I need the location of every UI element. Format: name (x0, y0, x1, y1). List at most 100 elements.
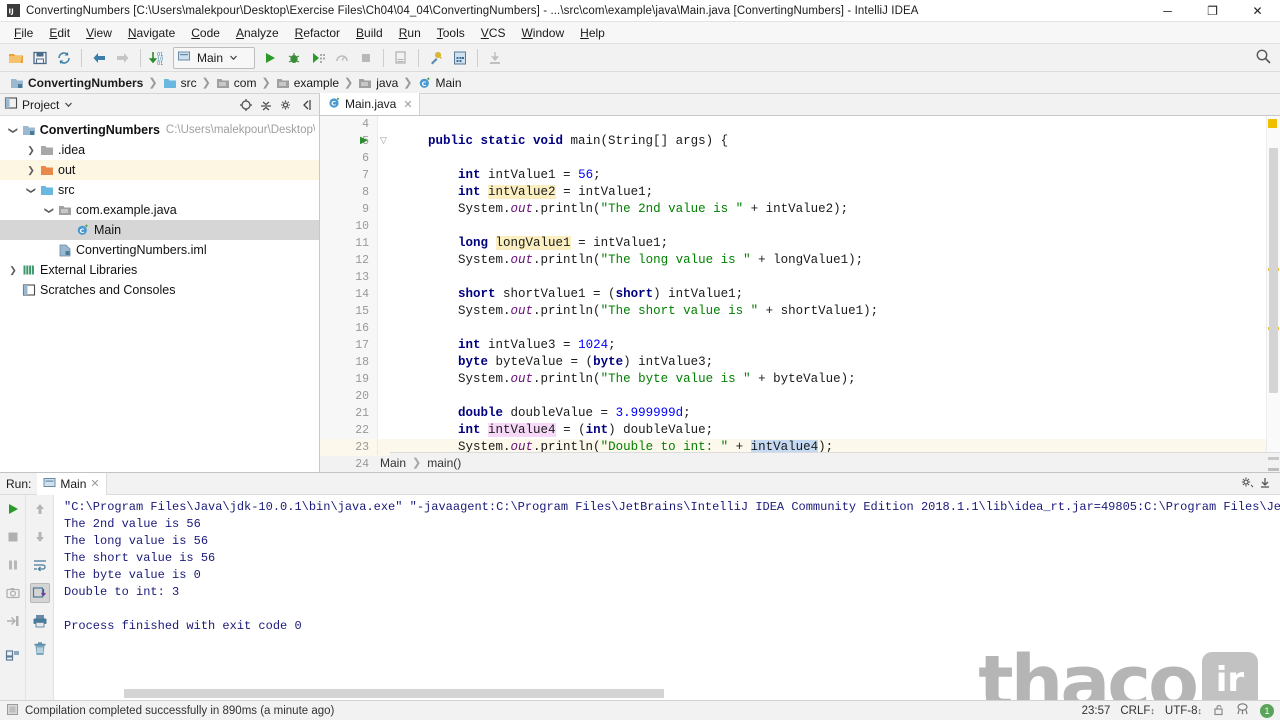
layout-icon[interactable] (3, 645, 23, 665)
hide-panel-icon[interactable] (297, 96, 315, 114)
code-line[interactable]: double doubleValue = 3.999999d; (390, 405, 1266, 422)
caret-position[interactable]: 23:57 (1082, 705, 1111, 717)
notification-badge[interactable]: 1 (1260, 703, 1274, 718)
maximize-button[interactable]: ❐ (1190, 0, 1235, 22)
code-line[interactable]: int intValue1 = 56; (390, 167, 1266, 184)
tree-node--idea[interactable]: ❯ .idea (0, 140, 319, 160)
menu-vcs[interactable]: VCS (473, 23, 514, 43)
fold-strip[interactable]: ▽ (378, 116, 390, 456)
code-line[interactable]: System.out.println("The byte value is " … (390, 371, 1266, 388)
stop-icon[interactable] (3, 527, 23, 547)
code-lines[interactable]: public static void main(String[] args) {… (390, 116, 1266, 452)
close-icon[interactable]: ✕ (403, 98, 412, 111)
print-icon[interactable] (30, 611, 50, 631)
code-line[interactable]: int intValue2 = intValue1; (390, 184, 1266, 201)
open-folder-icon[interactable] (4, 46, 28, 70)
fold-cell[interactable]: ▽ (378, 133, 390, 150)
down-arrow-icon[interactable] (30, 527, 50, 547)
code-line[interactable] (390, 320, 1266, 337)
save-all-icon[interactable] (28, 46, 52, 70)
status-message[interactable]: Compilation completed successfully in 89… (25, 705, 334, 717)
up-arrow-icon[interactable] (30, 499, 50, 519)
exit-icon[interactable] (3, 611, 23, 631)
run-tab-main[interactable]: Main ✕ (37, 472, 107, 495)
editor-gutter[interactable]: 4 5 ▶ 6 7 8 9 10 11 12 13 14 15 16 17 18 19 20 21 22 23 24 (320, 116, 378, 471)
chevron-closed-icon[interactable]: ❯ (24, 165, 38, 176)
code-line[interactable]: System.out.println("Double to int: " + i… (390, 439, 1266, 452)
code-line[interactable] (390, 388, 1266, 405)
menu-run[interactable]: Run (391, 23, 429, 43)
project-structure-icon[interactable] (448, 46, 472, 70)
menu-help[interactable]: Help (572, 23, 613, 43)
code-line[interactable]: System.out.println("The long value is " … (390, 252, 1266, 269)
settings-gear-icon[interactable] (1240, 475, 1254, 492)
tree-node-convertingnumbers[interactable]: ❯ ConvertingNumbers C:\Users\malekpour\Des… (0, 120, 319, 140)
tree-node-convertingnumbers-iml[interactable]: ConvertingNumbers.iml (0, 240, 319, 260)
code-line[interactable] (390, 150, 1266, 167)
minimize-button[interactable]: ─ (1145, 0, 1190, 22)
update-project-icon[interactable] (389, 46, 413, 70)
editor-scrollbar-thumb[interactable] (1269, 148, 1278, 393)
compile-icon[interactable]: 01 10 01 (146, 46, 170, 70)
gear-icon[interactable] (277, 96, 295, 114)
code-line[interactable]: byte byteValue = (byte) intValue3; (390, 354, 1266, 371)
forward-icon[interactable] (111, 46, 135, 70)
navbar-crumb-example[interactable]: example (272, 74, 343, 92)
menu-edit[interactable]: Edit (41, 23, 78, 43)
line-separator[interactable]: CRLF↕ (1120, 705, 1155, 717)
file-encoding[interactable]: UTF-8↕ (1165, 705, 1202, 717)
run-configuration-selector[interactable]: Main (173, 46, 255, 69)
console-output[interactable]: "C:\Program Files\Java\jdk-10.0.1\bin\ja… (54, 495, 1280, 700)
menu-analyze[interactable]: Analyze (228, 23, 287, 43)
run-gutter-icon[interactable]: ▶ (360, 133, 368, 150)
screenshot-icon[interactable] (3, 583, 23, 603)
inspection-icon[interactable] (1235, 702, 1250, 719)
code-line[interactable]: System.out.println("The 2nd value is " +… (390, 201, 1266, 218)
rerun-icon[interactable] (3, 499, 23, 519)
code-line[interactable]: int intValue4 = (int) doubleValue; (390, 422, 1266, 439)
search-everywhere-icon[interactable] (1255, 48, 1272, 68)
trash-icon[interactable] (30, 639, 50, 659)
scroll-to-end-icon[interactable] (29, 583, 50, 603)
attach-icon[interactable] (483, 46, 507, 70)
chevron-open-icon[interactable]: ❯ (26, 183, 37, 197)
menu-navigate[interactable]: Navigate (120, 23, 183, 43)
unlocked-icon[interactable] (1212, 703, 1225, 719)
code-line[interactable] (390, 218, 1266, 235)
code-line[interactable]: int intValue3 = 1024; (390, 337, 1266, 354)
navbar-crumb-com[interactable]: com (212, 74, 261, 92)
code-line[interactable]: System.out.println("The short value is "… (390, 303, 1266, 320)
code-line[interactable]: public static void main(String[] args) { (390, 133, 1266, 150)
fold-collapse-icon[interactable]: ▽ (380, 133, 387, 150)
editor-tab-main-java[interactable]: C Main.java ✕ (320, 93, 420, 115)
close-button[interactable]: ✕ (1235, 0, 1280, 22)
menu-tools[interactable]: Tools (429, 23, 473, 43)
project-tree[interactable]: ❯ ConvertingNumbers C:\Users\malekpour\Des… (0, 116, 319, 472)
stop-icon[interactable] (354, 46, 378, 70)
tree-node-out[interactable]: ❯ out (0, 160, 319, 180)
tree-node-com-example-java[interactable]: ❯ com.example.java (0, 200, 319, 220)
chevron-closed-icon[interactable]: ❯ (24, 145, 38, 156)
settings-icon[interactable] (424, 46, 448, 70)
inspection-warning-marker[interactable] (1268, 119, 1277, 128)
chevron-open-icon[interactable]: ❯ (44, 203, 55, 217)
menu-file[interactable]: File (6, 23, 41, 43)
close-icon[interactable]: ✕ (90, 477, 99, 490)
run-coverage-icon[interactable] (306, 46, 330, 70)
editor-marker-bar[interactable] (1266, 116, 1280, 471)
soft-wrap-icon[interactable] (30, 555, 50, 575)
menu-window[interactable]: Window (513, 23, 572, 43)
tree-node-scratches-and-consoles[interactable]: Scratches and Consoles (0, 280, 319, 300)
navbar-crumb-src[interactable]: src (159, 74, 201, 92)
tree-node-external-libraries[interactable]: ❯ External Libraries (0, 260, 319, 280)
tree-node-main[interactable]: C Main (0, 220, 319, 240)
code-line[interactable] (390, 269, 1266, 286)
pause-icon[interactable] (3, 555, 23, 575)
profile-icon[interactable] (330, 46, 354, 70)
minimize-icon[interactable] (1258, 475, 1272, 492)
menu-code[interactable]: Code (183, 23, 228, 43)
chevron-open-icon[interactable]: ❯ (7, 123, 18, 137)
chevron-closed-icon[interactable]: ❯ (6, 265, 20, 276)
back-icon[interactable] (87, 46, 111, 70)
code-editor[interactable]: 4 5 ▶ 6 7 8 9 10 11 12 13 14 15 16 17 18 19 20 21 22 23 24 ▽ … (320, 116, 1280, 471)
